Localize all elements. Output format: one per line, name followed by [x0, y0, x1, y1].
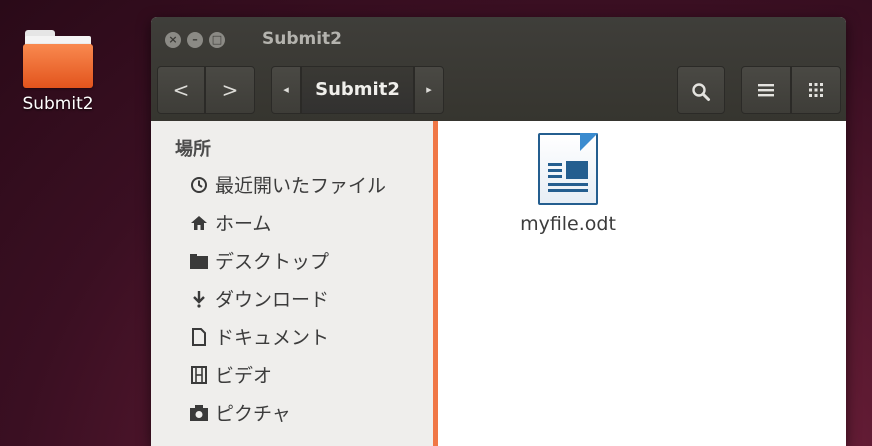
- path-scroll-left-button[interactable]: ◂: [271, 66, 301, 114]
- sidebar-item-label: 最近開いたファイル: [215, 175, 387, 197]
- clock-icon: [187, 172, 211, 202]
- file-item[interactable]: myfile.odt: [508, 133, 628, 235]
- list-view-icon: [758, 84, 774, 97]
- close-button[interactable]: ×: [165, 32, 181, 48]
- desktop-icon-label: Submit2: [22, 94, 94, 114]
- file-view[interactable]: myfile.odt: [438, 121, 846, 446]
- sidebar-item-videos[interactable]: ビデオ: [187, 361, 427, 391]
- sidebar-item-label: ビデオ: [215, 365, 273, 387]
- video-icon: [187, 362, 211, 392]
- sidebar-heading-places: 場所: [175, 139, 211, 160]
- sidebar: 場所 最近開いたファイル ホーム デスクトップ ダウンロード ドキュメント ビデ…: [151, 121, 433, 446]
- minimize-button[interactable]: –: [187, 32, 203, 48]
- sidebar-item-label: ピクチャ: [215, 403, 291, 425]
- forward-button[interactable]: >: [205, 66, 255, 114]
- file-name: myfile.odt: [520, 213, 616, 235]
- window-title: Submit2: [262, 29, 343, 49]
- list-view-button[interactable]: [741, 66, 791, 114]
- folder-icon: [23, 30, 93, 88]
- grid-view-button[interactable]: [791, 66, 841, 114]
- sidebar-item-label: ホーム: [215, 213, 272, 235]
- home-icon: [187, 210, 211, 240]
- sidebar-item-home[interactable]: ホーム: [187, 209, 427, 239]
- document-icon: [187, 324, 211, 354]
- sidebar-item-label: デスクトップ: [215, 251, 330, 273]
- back-button[interactable]: <: [157, 66, 205, 114]
- camera-icon: [187, 400, 211, 430]
- desktop-folder-submit2[interactable]: Submit2: [6, 26, 110, 126]
- download-icon: [187, 286, 211, 316]
- sidebar-item-documents[interactable]: ドキュメント: [187, 323, 427, 353]
- sidebar-item-label: ドキュメント: [215, 327, 330, 349]
- titlebar: × – □ Submit2 < > ◂ Submit2 ▸: [151, 17, 846, 121]
- odt-document-icon: [538, 133, 598, 205]
- maximize-button[interactable]: □: [209, 32, 225, 48]
- search-icon: [692, 82, 710, 101]
- grid-view-icon: [809, 83, 823, 97]
- sidebar-item-pictures[interactable]: ピクチャ: [187, 399, 427, 429]
- sidebar-item-label: ダウンロード: [215, 289, 330, 311]
- path-bar-current[interactable]: Submit2: [301, 66, 414, 114]
- folder-icon: [187, 248, 211, 278]
- sidebar-item-recent[interactable]: 最近開いたファイル: [187, 171, 427, 201]
- sidebar-item-downloads[interactable]: ダウンロード: [187, 285, 427, 315]
- file-manager-window: × – □ Submit2 < > ◂ Submit2 ▸ 場所 最近開いたファ…: [151, 17, 846, 446]
- sidebar-item-desktop[interactable]: デスクトップ: [187, 247, 427, 277]
- path-scroll-right-button[interactable]: ▸: [414, 66, 444, 114]
- search-button[interactable]: [677, 66, 725, 114]
